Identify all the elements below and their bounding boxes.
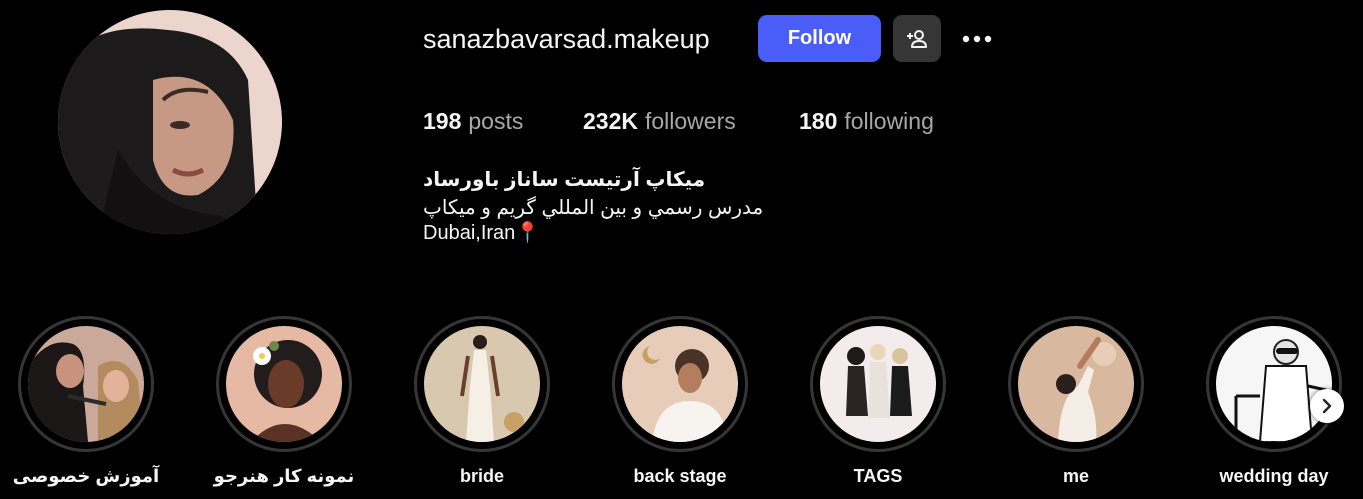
highlight-ring [414,316,550,452]
chevron-right-icon [1322,398,1332,414]
illustration-woman-with-flowers [226,326,342,442]
suggested-accounts-button[interactable] [893,15,941,62]
profile-avatar[interactable] [58,10,282,234]
highlight-bride[interactable]: bride [396,316,568,499]
profile-photo-icon [58,10,282,234]
highlight-ring [810,316,946,452]
followers-link[interactable]: 232K followers [583,107,736,135]
highlight-thumbnail [1018,326,1134,442]
illustration-woman-stretching [1018,326,1134,442]
highlight-ring [1008,316,1144,452]
highlight-label: back stage [633,466,727,486]
bio-full-name: میکاپ آرتیست ساناز باورساد [423,169,706,191]
highlight-thumbnail [820,326,936,442]
posts-number: 198 [423,108,462,134]
highlight-ring [18,316,154,452]
highlight-thumbnail [1216,326,1332,442]
highlight-thumbnail [28,326,144,442]
person-add-icon [907,29,927,48]
highlights-next-button[interactable] [1310,389,1344,423]
highlight-thumbnail [622,326,738,442]
highlight-student-work[interactable]: نمونه کار هنرجو [198,316,370,499]
highlight-ring [216,316,352,452]
illustration-woman-with-moon [622,326,738,442]
following-label: following [844,108,934,134]
highlight-private-lessons[interactable]: آموزش خصوصی [0,316,172,499]
highlight-label: me [1062,466,1089,486]
highlight-ring [612,316,748,452]
highlight-label: wedding day [1219,466,1329,486]
bio-text: مدرس رسمي و بين المللي گريم و ميکاپ [423,197,764,219]
illustration-three-women [820,326,936,442]
highlight-thumbnail [226,326,342,442]
highlight-ring [1206,316,1342,452]
highlight-label: bride [459,466,504,486]
followers-number: 232K [583,108,638,134]
highlight-tags[interactable]: TAGS [792,316,964,499]
following-number: 180 [799,108,838,134]
highlight-label: آموزش خصوصی [12,466,160,486]
bio-location: Dubai,Iran📍 [423,222,541,244]
highlight-thumbnail [424,326,540,442]
illustration-bride-sunglasses [1216,326,1332,442]
follow-button[interactable]: Follow [758,15,881,62]
more-horizontal-icon [962,35,992,43]
highlight-me[interactable]: me [990,316,1162,499]
posts-count: 198 posts [423,107,523,135]
more-options-button[interactable] [954,22,1000,56]
illustration-woman-white-dress [424,326,540,442]
photo-makeup-artist-with-client [28,326,144,442]
highlight-back-stage[interactable]: back stage [594,316,766,499]
followers-label: followers [644,108,736,134]
posts-label: posts [468,108,524,134]
highlight-label: نمونه کار هنرجو [213,466,355,486]
following-link[interactable]: 180 following [799,107,934,135]
highlight-label: TAGS [853,466,903,486]
profile-username: sanazbavarsad.makeup [423,24,710,54]
